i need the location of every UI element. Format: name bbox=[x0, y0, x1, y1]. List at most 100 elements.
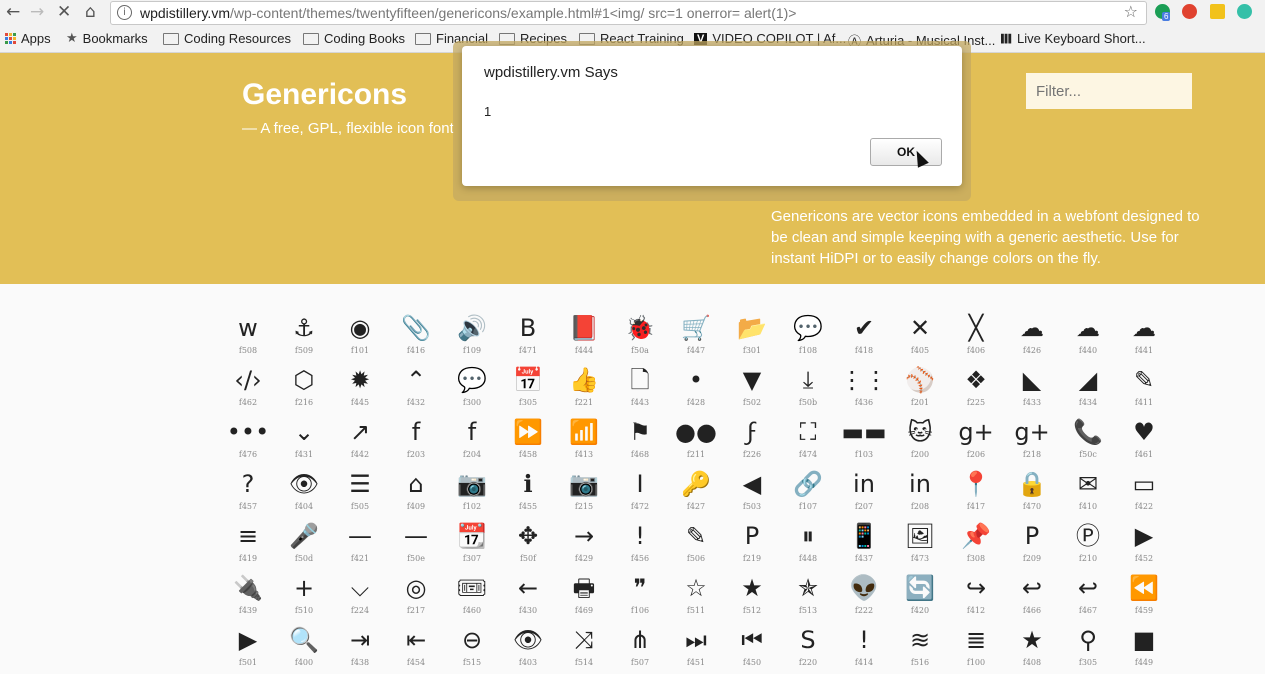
icon-cell[interactable]: ✎ f411 bbox=[1116, 362, 1172, 414]
icon-cell[interactable]: ▶ f501 bbox=[220, 622, 276, 674]
icon-cell[interactable]: ☆ f511 bbox=[668, 570, 724, 622]
icon-cell[interactable]: ⊖ f515 bbox=[444, 622, 500, 674]
extension-notes-icon[interactable] bbox=[1210, 4, 1225, 19]
icon-cell[interactable]: ᴡ f508 bbox=[220, 310, 276, 362]
icon-cell[interactable]: ☁ f426 bbox=[1004, 310, 1060, 362]
icon-cell[interactable]: ❖ f225 bbox=[948, 362, 1004, 414]
icon-cell[interactable]: ⛶ f474 bbox=[780, 414, 836, 466]
filter-input[interactable] bbox=[1026, 73, 1192, 109]
icon-cell[interactable]: f f204 bbox=[444, 414, 500, 466]
icon-cell[interactable]: ✉ f410 bbox=[1060, 466, 1116, 518]
icon-cell[interactable]: 📷 f215 bbox=[556, 466, 612, 518]
icon-cell[interactable]: ⏮ f450 bbox=[724, 622, 780, 674]
icon-cell[interactable]: Pf209 bbox=[1004, 518, 1060, 570]
extension-shield-icon[interactable] bbox=[1182, 4, 1197, 19]
icon-cell[interactable]: ⌵ f224 bbox=[332, 570, 388, 622]
icon-cell[interactable]: ■ f449 bbox=[1116, 622, 1172, 674]
icon-cell[interactable]: 👽 f222 bbox=[836, 570, 892, 622]
icon-cell[interactable]: 📞 f50c bbox=[1060, 414, 1116, 466]
icon-cell[interactable]: ≣ f100 bbox=[948, 622, 1004, 674]
icon-cell[interactable]: ⤓ f50b bbox=[780, 362, 836, 414]
icon-cell[interactable]: ❞ f106 bbox=[612, 570, 668, 622]
icon-cell[interactable]: • f428 bbox=[668, 362, 724, 414]
icon-cell[interactable]: ✹ f445 bbox=[332, 362, 388, 414]
icon-cell[interactable]: 📶 f413 bbox=[556, 414, 612, 466]
icon-cell[interactable]: 🔄 f420 bbox=[892, 570, 948, 622]
icon-cell[interactable]: ⋮⋮ f436 bbox=[836, 362, 892, 414]
icon-cell[interactable]: ⏭ f451 bbox=[668, 622, 724, 674]
icon-cell[interactable]: in f207 bbox=[836, 466, 892, 518]
icon-cell[interactable]: 👁 f403 bbox=[500, 622, 556, 674]
icon-cell[interactable]: ⚓ f509 bbox=[276, 310, 332, 362]
icon-cell[interactable]: ⌃ f432 bbox=[388, 362, 444, 414]
icon-cell[interactable]: 📅 f305 bbox=[500, 362, 556, 414]
icon-cell[interactable]: ◎ f217 bbox=[388, 570, 444, 622]
icon-cell[interactable]: 🔌 f439 bbox=[220, 570, 276, 622]
icon-cell[interactable]: ⌄ f431 bbox=[276, 414, 332, 466]
icon-cell[interactable]: ↩ f466 bbox=[1004, 570, 1060, 622]
icon-cell[interactable]: ≋ f516 bbox=[892, 622, 948, 674]
icon-cell[interactable]: ✎ f506 bbox=[668, 518, 724, 570]
icon-cell[interactable]: ⚾ f201 bbox=[892, 362, 948, 414]
icon-cell[interactable]: 📆 f307 bbox=[444, 518, 500, 570]
icon-cell[interactable]: 🎟 f460 bbox=[444, 570, 500, 622]
icon-cell[interactable]: ⚑ f468 bbox=[612, 414, 668, 466]
icon-cell[interactable]: ⏩ f458 bbox=[500, 414, 556, 466]
icon-cell[interactable]: ◣ f433 bbox=[1004, 362, 1060, 414]
icon-cell[interactable]: g+ f218 bbox=[1004, 414, 1060, 466]
forward-arrow-icon[interactable]: → bbox=[30, 2, 44, 22]
icon-cell[interactable]: 💬 f300 bbox=[444, 362, 500, 414]
icon-cell[interactable]: — f421 bbox=[332, 518, 388, 570]
icon-cell[interactable]: ⇥ f438 bbox=[332, 622, 388, 674]
bookmark-item[interactable]: Coding Resources bbox=[163, 31, 291, 46]
icon-cell[interactable]: ♥ f461 bbox=[1116, 414, 1172, 466]
icon-cell[interactable]: ✕ f405 bbox=[892, 310, 948, 362]
icon-cell[interactable]: 🔒 f470 bbox=[1004, 466, 1060, 518]
icon-cell[interactable]: Sf220 bbox=[780, 622, 836, 674]
icon-cell[interactable]: 📱 f437 bbox=[836, 518, 892, 570]
icon-cell[interactable]: ◉ f101 bbox=[332, 310, 388, 362]
icon-cell[interactable]: 💬 f108 bbox=[780, 310, 836, 362]
bookmark-item[interactable]: Apps bbox=[5, 31, 51, 46]
icon-cell[interactable]: ≡ f419 bbox=[220, 518, 276, 570]
icon-cell[interactable]: 🖶 f469 bbox=[556, 570, 612, 622]
bookmark-item[interactable]: ▌▌▌ Live Keyboard Short... bbox=[1001, 31, 1146, 46]
icon-cell[interactable]: Ⓟf210 bbox=[1060, 518, 1116, 570]
icon-cell[interactable]: ↗ f442 bbox=[332, 414, 388, 466]
icon-cell[interactable]: 📎 f416 bbox=[388, 310, 444, 362]
icon-cell[interactable]: ✯ f513 bbox=[780, 570, 836, 622]
icon-cell[interactable]: ⏪ f459 bbox=[1116, 570, 1172, 622]
icon-cell[interactable]: 📍 f417 bbox=[948, 466, 1004, 518]
icon-cell[interactable]: ★ f512 bbox=[724, 570, 780, 622]
icon-cell[interactable]: ! f414 bbox=[836, 622, 892, 674]
icon-cell[interactable]: Pf219 bbox=[724, 518, 780, 570]
home-icon[interactable]: ⌂ bbox=[85, 2, 96, 22]
icon-cell[interactable]: 🎤 f50d bbox=[276, 518, 332, 570]
icon-cell[interactable]: ‹/› f462 bbox=[220, 362, 276, 414]
icon-cell[interactable]: g+ f206 bbox=[948, 414, 1004, 466]
icon-cell[interactable]: — f50e bbox=[388, 518, 444, 570]
bookmark-item[interactable]: Coding Books bbox=[303, 31, 405, 46]
icon-cell[interactable]: in f208 bbox=[892, 466, 948, 518]
extension-teal-icon[interactable] bbox=[1237, 4, 1252, 19]
icon-cell[interactable]: ▬▬ f103 bbox=[836, 414, 892, 466]
icon-cell[interactable]: ⋔ f507 bbox=[612, 622, 668, 674]
icon-cell[interactable]: f f203 bbox=[388, 414, 444, 466]
icon-cell[interactable]: ◀ f503 bbox=[724, 466, 780, 518]
icon-cell[interactable]: ✥ f50f bbox=[500, 518, 556, 570]
icon-cell[interactable]: ⚲ f305 bbox=[1060, 622, 1116, 674]
stop-loading-icon[interactable]: ✕ bbox=[57, 2, 71, 22]
bookmark-item[interactable]: ★ Bookmarks bbox=[66, 31, 148, 46]
icon-cell[interactable]: ▭ f422 bbox=[1116, 466, 1172, 518]
icon-cell[interactable]: ☁ f440 bbox=[1060, 310, 1116, 362]
icon-cell[interactable]: 📌 f308 bbox=[948, 518, 1004, 570]
icon-cell[interactable]: ☁ f441 bbox=[1116, 310, 1172, 362]
icon-cell[interactable]: 🐱 f200 bbox=[892, 414, 948, 466]
icon-cell[interactable]: ↪ f412 bbox=[948, 570, 1004, 622]
back-arrow-icon[interactable]: ← bbox=[6, 2, 20, 22]
icon-cell[interactable]: ▶ f452 bbox=[1116, 518, 1172, 570]
icon-cell[interactable]: ! f456 bbox=[612, 518, 668, 570]
icon-cell[interactable]: ϝ f226 bbox=[724, 414, 780, 466]
icon-cell[interactable]: 🔗 f107 bbox=[780, 466, 836, 518]
icon-cell[interactable]: 📂 f301 bbox=[724, 310, 780, 362]
